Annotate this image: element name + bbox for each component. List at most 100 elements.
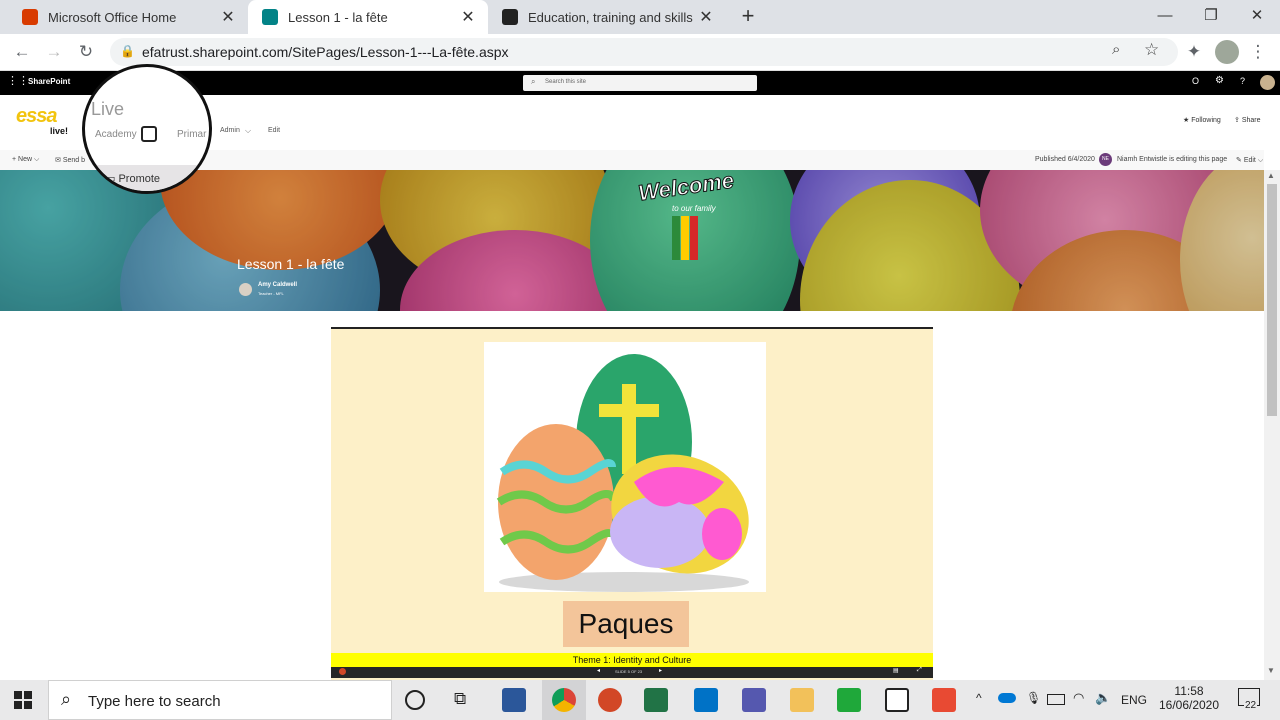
file-explorer-icon[interactable] (790, 688, 814, 712)
nav-academy[interactable]: Academy (95, 129, 137, 140)
scroll-down-icon[interactable]: ▼ (1267, 666, 1275, 675)
tab-education[interactable]: Education, training and skills - G ✕ (488, 0, 726, 34)
gov-icon (502, 9, 518, 25)
close-tab-icon[interactable]: ✕ (696, 7, 716, 27)
editing-status: Niamh Entwistle is editing this page (1117, 156, 1228, 163)
share-button[interactable]: ⇪ Share (1234, 116, 1261, 124)
chevron-down-icon: ⌵ (245, 126, 252, 135)
notification-icon[interactable]: O (1192, 76, 1199, 86)
promote-label: Promote (118, 173, 161, 185)
address-bar[interactable]: 🔒 efatrust.sharepoint.com/SitePages/Less… (110, 38, 1178, 66)
scrollbar-thumb[interactable] (1267, 184, 1277, 416)
easter-eggs-image (484, 342, 766, 592)
editor-avatar: NE (1099, 153, 1112, 166)
close-window-icon[interactable]: ✕ (1234, 0, 1280, 34)
flag-stripe (672, 216, 680, 260)
excel-icon[interactable] (644, 688, 668, 712)
slide-embed[interactable]: Paques Theme 1: Identity and Culture ◂ S… (331, 327, 933, 680)
extensions-icon[interactable]: ✦ (1182, 40, 1206, 64)
back-icon[interactable]: ← (10, 40, 34, 64)
welcome-text: Welcome (636, 170, 736, 206)
wifi-icon[interactable]: ◠ (1073, 690, 1084, 706)
nav-admin[interactable]: Admin (220, 127, 240, 134)
options-icon[interactable]: ▤ (893, 667, 899, 674)
nav-primary[interactable]: Primar (177, 129, 206, 140)
restore-icon[interactable]: ❐ (1188, 0, 1234, 34)
new-button[interactable]: + New ⌵ (12, 156, 39, 164)
send-label: Send b (62, 157, 85, 164)
new-tab-button[interactable]: + (736, 4, 760, 28)
send-button[interactable]: ✉ Send b (55, 156, 85, 164)
next-slide-icon[interactable]: ▸ (659, 667, 662, 674)
tab-lesson[interactable]: Lesson 1 - la fête ✕ (248, 0, 488, 34)
fullscreen-icon[interactable]: ⤢ (917, 667, 922, 674)
outlook-icon[interactable] (694, 688, 718, 712)
page-scrollbar[interactable]: ▲ ▼ (1264, 170, 1280, 680)
prev-slide-icon[interactable]: ◂ (597, 667, 600, 674)
bookmark-star-icon[interactable]: ☆ (1144, 40, 1159, 60)
sharepoint-icon (262, 9, 278, 25)
help-icon[interactable]: ? (1240, 76, 1245, 86)
edit-button[interactable]: ✎ Edit ⌵ (1236, 156, 1263, 165)
reload-icon[interactable]: ↻ (74, 40, 98, 64)
clock-time: 11:58 (1174, 684, 1204, 698)
site-logo-sub: live! (50, 126, 69, 136)
search-icon: ⌕ (61, 689, 72, 709)
task-view-icon[interactable]: ⧉ (454, 689, 466, 709)
powerpoint-icon (339, 668, 346, 675)
author-name[interactable]: Amy Caldwell (258, 282, 297, 288)
share-label: Share (1241, 117, 1261, 124)
cortana-icon[interactable] (405, 690, 425, 710)
clock-date: 16/06/2020 (1158, 698, 1220, 712)
green-app-icon[interactable] (837, 688, 861, 712)
minimize-icon[interactable]: — (1142, 0, 1188, 34)
taskbar-search-input[interactable]: ⌕ Type here to search (48, 680, 392, 720)
battery-icon[interactable] (1047, 694, 1065, 705)
user-avatar[interactable] (1260, 75, 1275, 90)
flag-stripe (690, 216, 698, 260)
tab-office-home[interactable]: Microsoft Office Home ✕ (8, 0, 248, 34)
red-app-icon[interactable] (932, 688, 956, 712)
chrome-active-slot[interactable] (542, 680, 586, 720)
edit-label: Edit (1243, 157, 1256, 164)
teams-icon[interactable] (742, 688, 766, 712)
volume-icon[interactable]: 🔈 (1095, 690, 1111, 706)
nav-edit[interactable]: Edit (268, 127, 280, 134)
menu-icon[interactable]: ⋮ (1246, 40, 1270, 64)
chevron-up-icon[interactable]: ^ (976, 691, 982, 705)
media-player-icon[interactable] (885, 688, 909, 712)
language-indicator[interactable]: ENG (1121, 693, 1147, 707)
powerpoint-icon[interactable] (598, 688, 622, 712)
microphone-icon[interactable]: 🎙 (1026, 691, 1041, 705)
chrome-icon (552, 688, 576, 712)
clock[interactable]: 11:58 16/06/2020 (1158, 684, 1220, 712)
settings-gear-icon[interactable]: ⚙ (1215, 75, 1224, 86)
scroll-up-icon[interactable]: ▲ (1267, 171, 1275, 180)
onedrive-icon[interactable] (998, 693, 1016, 703)
tab-title: Microsoft Office Home (48, 9, 177, 25)
site-logo[interactable]: essa (16, 105, 57, 128)
slide-footer: Theme 1: Identity and Culture (331, 653, 933, 667)
close-tab-icon[interactable]: ✕ (458, 7, 478, 27)
search-icon: ⌕ (531, 77, 536, 86)
published-status: Published 6/4/2020 (1035, 156, 1095, 163)
promote-button[interactable]: ▭ Promote (105, 172, 160, 185)
zoom-icon[interactable]: ⌕ (1112, 41, 1120, 58)
nav-live[interactable]: Live (91, 99, 124, 120)
profile-avatar[interactable] (1215, 40, 1239, 64)
forward-icon[interactable]: → (42, 40, 66, 64)
hero-overlay (0, 170, 1264, 311)
page-title: Lesson 1 - la fête (237, 256, 345, 272)
browser-tab-strip: Microsoft Office Home ✕ Lesson 1 - la fê… (0, 0, 1280, 34)
windows-start-icon[interactable] (14, 691, 32, 709)
following-button[interactable]: ★ Following (1183, 116, 1221, 124)
url-text: efatrust.sharepoint.com/SitePages/Lesson… (142, 44, 509, 60)
browser-toolbar: ← → ↻ 🔒 efatrust.sharepoint.com/SitePage… (0, 34, 1280, 71)
close-tab-icon[interactable]: ✕ (218, 7, 238, 27)
word-icon[interactable] (502, 688, 526, 712)
site-search-input[interactable]: ⌕ Search this site (523, 75, 757, 91)
slide-counter: SLIDE 5 OF 23 (615, 669, 643, 674)
magnified-cmdbar: ▭ Promote (85, 165, 209, 191)
app-name: SharePoint (28, 77, 71, 86)
app-launcher-icon[interactable]: ⋮⋮ (7, 74, 29, 87)
